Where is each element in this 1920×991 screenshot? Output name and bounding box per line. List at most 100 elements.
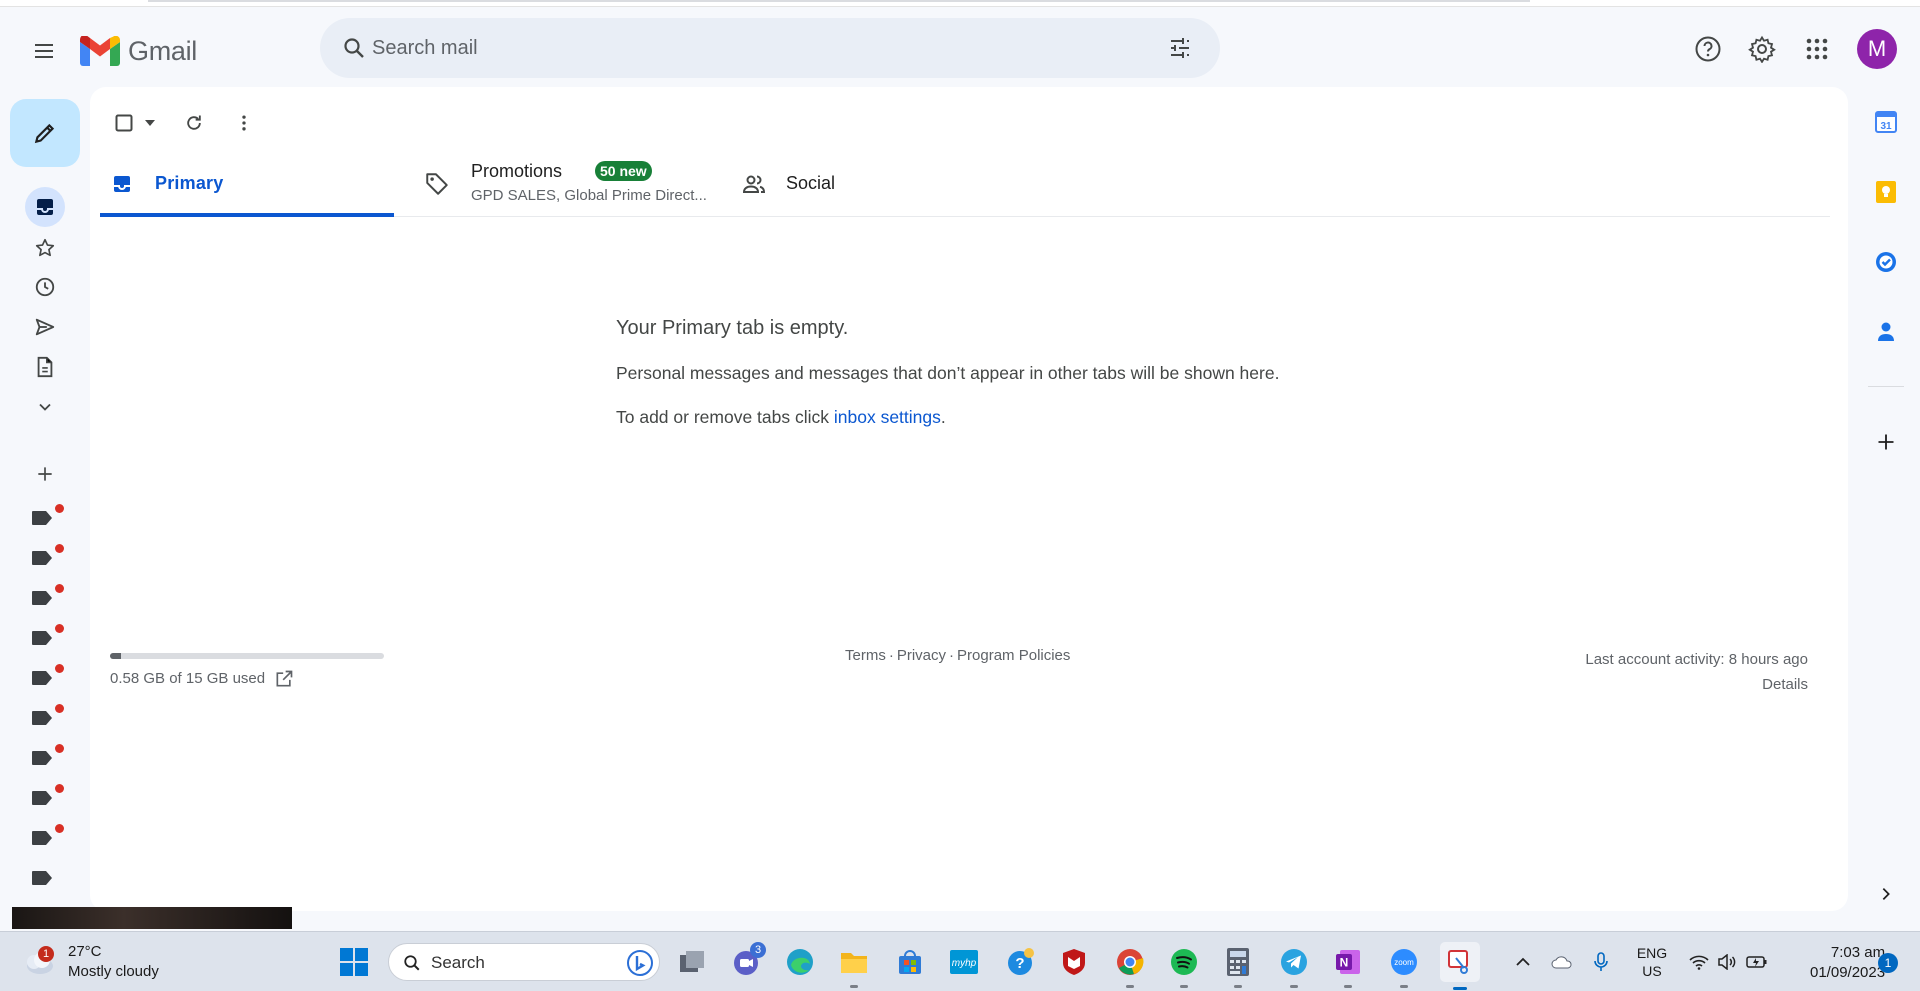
wifi-tray[interactable]	[1686, 932, 1712, 991]
nav-starred[interactable]	[25, 231, 65, 265]
nav-label-2[interactable]	[31, 544, 64, 574]
account-avatar[interactable]: M	[1857, 29, 1897, 69]
search-input[interactable]	[372, 32, 1112, 64]
nav-inbox[interactable]	[25, 187, 65, 227]
tasks-app-button[interactable]	[1872, 248, 1900, 276]
search-options-button[interactable]	[1160, 28, 1200, 68]
label-icon	[32, 631, 52, 645]
microphone-tray[interactable]	[1590, 932, 1612, 991]
taskbar-mcafee[interactable]	[1056, 944, 1092, 980]
nav-label-9[interactable]	[31, 824, 64, 854]
clock-icon	[35, 277, 55, 297]
unread-dot	[55, 824, 64, 833]
gmail-header: Gmail M	[0, 7, 1920, 87]
taskbar-calculator[interactable]	[1220, 944, 1256, 988]
taskbar-telegram[interactable]	[1276, 944, 1312, 988]
taskbar-teams[interactable]: 3	[728, 942, 766, 980]
nav-more[interactable]	[25, 390, 65, 424]
taskbar-search[interactable]: Search	[388, 943, 660, 981]
plus-icon	[1878, 434, 1894, 450]
taskbar-zoom[interactable]: zoom	[1386, 944, 1422, 988]
search-button[interactable]	[334, 28, 374, 68]
taskbar-edge[interactable]	[782, 944, 818, 980]
task-view-icon	[680, 951, 704, 972]
language-indicator[interactable]: ENG US	[1628, 932, 1676, 991]
storage-meter-fill	[110, 653, 121, 659]
running-indicator	[1126, 985, 1134, 988]
taskbar-get-help[interactable]: ?	[1002, 944, 1038, 980]
chevron-right-icon	[1882, 888, 1890, 900]
tab-promotions-label: Promotions	[471, 161, 563, 181]
language-code: ENG	[1636, 945, 1668, 961]
manage-storage-link[interactable]	[274, 669, 294, 694]
taskbar-store[interactable]	[892, 944, 928, 980]
nav-label-8[interactable]	[31, 784, 64, 814]
keep-app-button[interactable]	[1872, 178, 1900, 206]
tab-promotions[interactable]: Promotions 50 new GPD SALES, Global Prim…	[420, 151, 720, 217]
taskbar-myhp[interactable]: myhp	[946, 944, 982, 980]
caret-down-icon	[145, 120, 155, 126]
taskbar-clock[interactable]: 7:03 am 01/09/2023	[1810, 943, 1885, 983]
chevron-down-icon	[39, 403, 51, 411]
get-addons-button[interactable]	[1872, 428, 1900, 456]
main-menu-button[interactable]	[24, 31, 64, 71]
refresh-button[interactable]	[174, 103, 214, 143]
program-policies-link[interactable]: Program Policies	[957, 647, 1070, 664]
gmail-logo[interactable]: Gmail	[80, 31, 197, 71]
taskbar-file-explorer[interactable]	[836, 944, 872, 988]
running-indicator	[1290, 985, 1298, 988]
weather-widget[interactable]: 1 27°C Mostly cloudy	[20, 940, 159, 984]
select-dropdown[interactable]	[140, 103, 160, 143]
nav-label-5[interactable]	[31, 664, 64, 694]
onenote-icon: N	[1336, 950, 1360, 974]
nav-label-4[interactable]	[31, 624, 64, 654]
notification-center-badge[interactable]: 1	[1878, 953, 1898, 973]
weather-desc: Mostly cloudy	[68, 963, 159, 980]
settings-button[interactable]	[1740, 27, 1784, 71]
volume-tray[interactable]	[1714, 932, 1740, 991]
nav-sent[interactable]	[25, 310, 65, 344]
support-button[interactable]	[1686, 27, 1730, 71]
privacy-link[interactable]: Privacy	[897, 647, 946, 664]
taskbar-onenote[interactable]: N	[1330, 944, 1366, 988]
google-apps-button[interactable]	[1795, 27, 1839, 71]
create-label-button[interactable]	[25, 457, 65, 491]
pencil-icon	[34, 123, 55, 144]
nav-label-1[interactable]	[31, 504, 64, 534]
tab-primary[interactable]: Primary	[100, 151, 394, 217]
gear-icon	[1748, 35, 1776, 63]
select-checkbox[interactable]	[108, 103, 140, 143]
activity-details-link[interactable]: Details	[1585, 672, 1808, 697]
tab-social[interactable]: Social	[740, 151, 940, 217]
onedrive-tray[interactable]	[1548, 932, 1576, 991]
keep-bulb-icon	[1876, 181, 1896, 203]
windows-taskbar: 1 27°C Mostly cloudy Search 3 myhp ? N z…	[0, 931, 1920, 991]
nav-snoozed[interactable]	[25, 270, 65, 304]
hamburger-icon	[35, 44, 53, 58]
inbox-settings-link[interactable]: inbox settings	[834, 407, 941, 427]
taskbar-snipping-tool[interactable]	[1440, 942, 1480, 990]
bing-icon	[627, 950, 653, 976]
contacts-app-button[interactable]	[1872, 318, 1900, 346]
nav-drafts[interactable]	[25, 350, 65, 384]
terms-link[interactable]: Terms	[845, 647, 886, 664]
battery-tray[interactable]	[1742, 932, 1772, 991]
taskbar-spotify[interactable]	[1166, 944, 1202, 988]
nav-label-10[interactable]	[31, 870, 61, 894]
compose-button[interactable]	[10, 99, 80, 167]
show-side-panel-button[interactable]	[1872, 880, 1900, 908]
nav-label-6[interactable]	[31, 704, 64, 734]
weather-alert-badge: 1	[38, 946, 54, 962]
taskbar-chrome[interactable]	[1112, 944, 1148, 988]
link-separator: ·	[888, 647, 894, 664]
show-hidden-icons[interactable]	[1512, 932, 1534, 991]
nav-label-7[interactable]	[31, 744, 64, 774]
calendar-app-button[interactable]: 31	[1872, 108, 1900, 136]
start-button[interactable]	[336, 944, 372, 980]
label-icon	[32, 711, 52, 725]
hint-suffix: .	[940, 407, 946, 427]
nav-label-3[interactable]	[31, 584, 64, 614]
more-actions-button[interactable]	[224, 103, 264, 143]
teams-badge: 3	[750, 942, 766, 958]
taskbar-task-view[interactable]	[674, 944, 710, 980]
